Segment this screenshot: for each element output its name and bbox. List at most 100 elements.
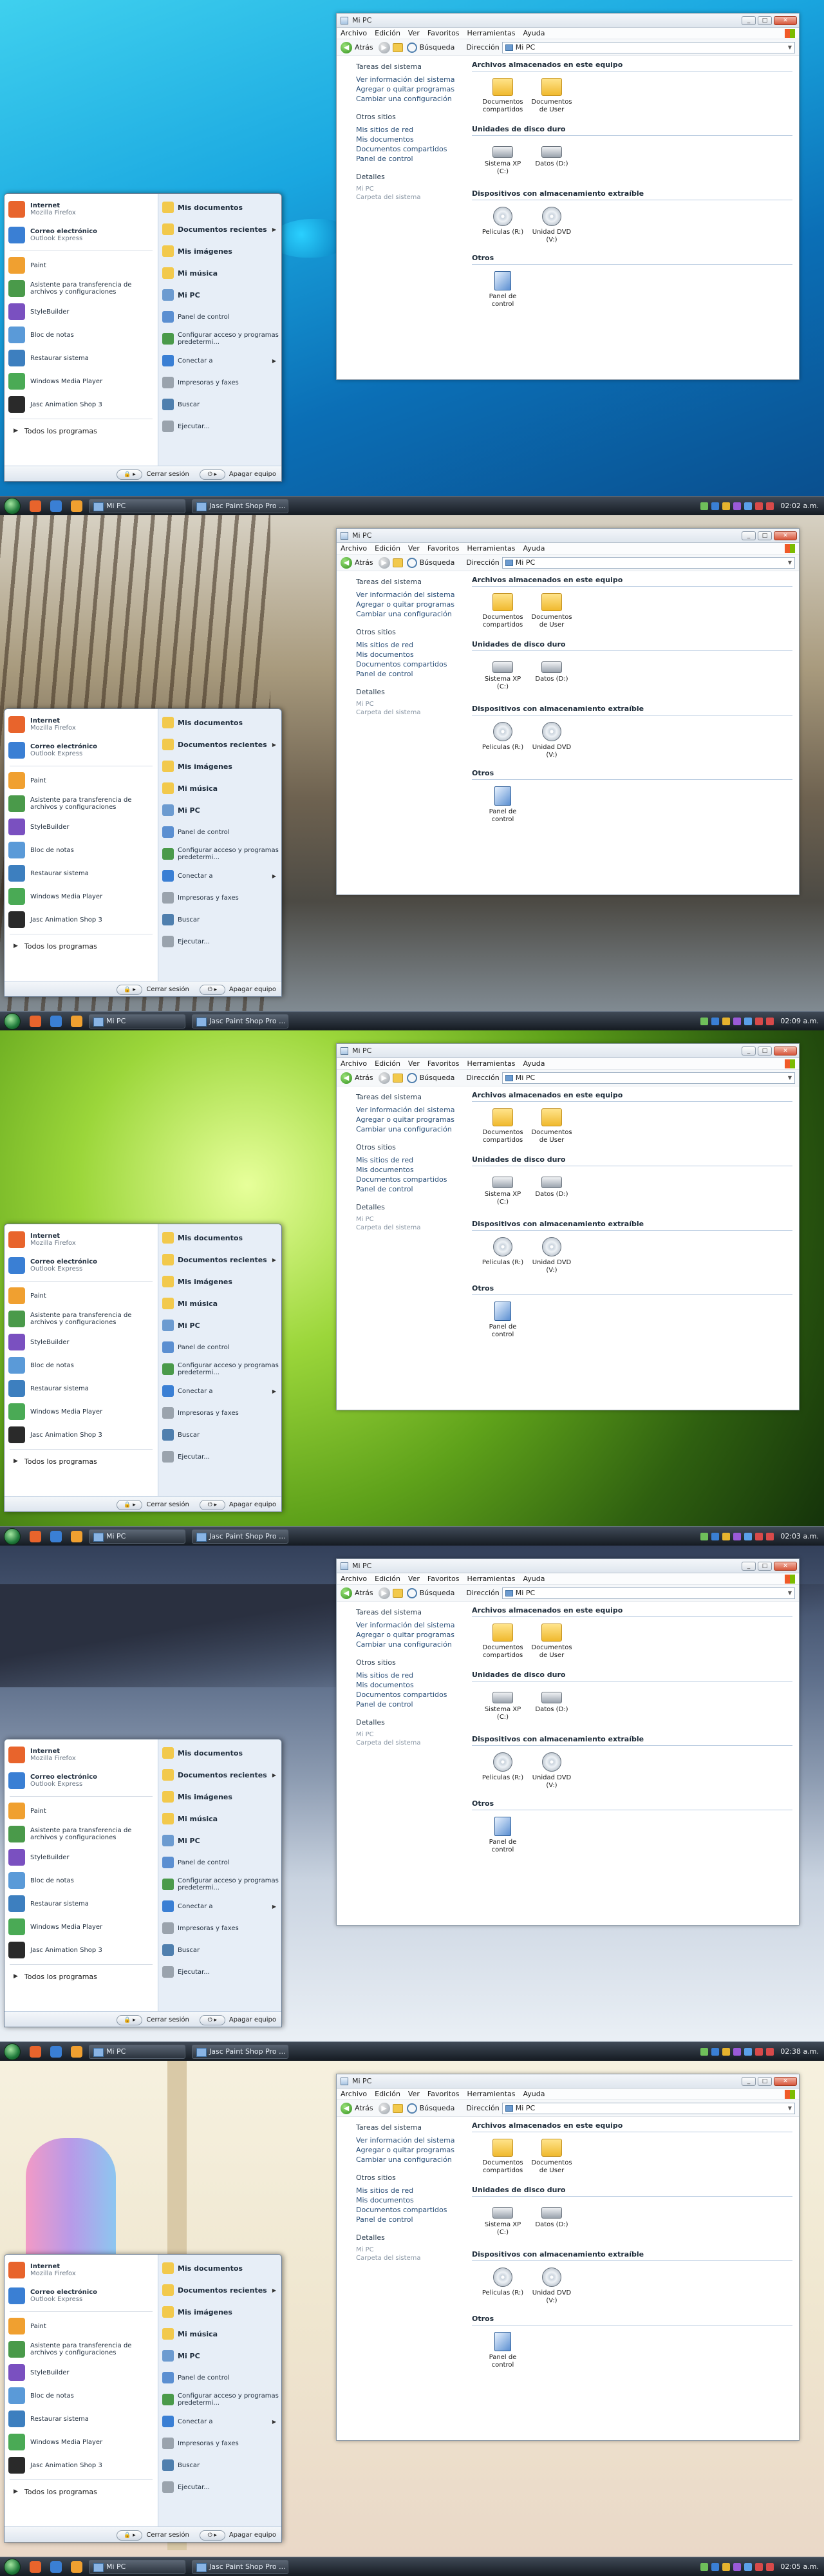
media-icon[interactable] bbox=[71, 1015, 82, 1027]
logoff-button[interactable]: Cerrar sesión bbox=[146, 471, 189, 478]
recent-program[interactable]: Windows Media Player bbox=[5, 2430, 158, 2454]
shared-documents-item[interactable]: Documentos compartidos bbox=[478, 591, 527, 630]
system-tasks-header[interactable]: Tareas del sistema bbox=[356, 1608, 459, 1616]
start-place-item[interactable]: Mi música bbox=[158, 777, 281, 799]
start-place-item[interactable]: Mi música bbox=[158, 262, 281, 284]
details-header[interactable]: Detalles bbox=[356, 173, 459, 181]
pinned-email[interactable]: Correo electrónico Outlook Express bbox=[5, 1768, 158, 1794]
logoff-button[interactable]: Cerrar sesión bbox=[146, 986, 189, 993]
recent-program[interactable]: Windows Media Player bbox=[5, 1400, 158, 1423]
tray-icon[interactable] bbox=[733, 2562, 742, 2571]
place-link[interactable]: Mis documentos bbox=[356, 1680, 459, 1690]
dvd-drive-item[interactable]: Unidad DVD (V:) bbox=[527, 1235, 576, 1274]
menu-herramientas[interactable]: Herramientas bbox=[467, 29, 516, 37]
address-bar[interactable]: Mi PC ▼ bbox=[501, 41, 795, 53]
power-icon[interactable]: ⏻ ▸ bbox=[199, 469, 225, 480]
tray-icon[interactable] bbox=[733, 502, 742, 510]
task-link[interactable]: Agregar o quitar programas bbox=[356, 1115, 459, 1124]
recent-program[interactable]: Asistente para transferencia de archivos… bbox=[5, 792, 158, 815]
start-orb-icon[interactable] bbox=[4, 1528, 21, 1545]
lock-icon[interactable]: 🔒 ▸ bbox=[117, 2014, 143, 2025]
firefox-icon[interactable] bbox=[30, 2045, 41, 2058]
minimize-button[interactable]: _ bbox=[742, 1561, 756, 1571]
recent-program[interactable]: StyleBuilder bbox=[5, 815, 158, 838]
start-orb-icon[interactable] bbox=[4, 2558, 21, 2575]
control-panel-item[interactable]: Panel de control bbox=[478, 1299, 527, 1339]
tray-icon[interactable] bbox=[711, 2562, 720, 2571]
tray-icon[interactable] bbox=[700, 1532, 709, 1540]
tray-icon[interactable] bbox=[755, 502, 763, 510]
place-link[interactable]: Mis documentos bbox=[356, 650, 459, 659]
start-place-item[interactable]: Configurar acceso y programas predetermi… bbox=[158, 1873, 281, 1895]
explorer-icon[interactable] bbox=[50, 2561, 62, 2573]
start-place-item[interactable]: Mi PC bbox=[158, 1314, 281, 1336]
menu-archivo[interactable]: Archivo bbox=[341, 544, 367, 553]
task-link[interactable]: Cambiar una configuración bbox=[356, 2155, 459, 2164]
pinned-email[interactable]: Correo electrónico Outlook Express bbox=[5, 2283, 158, 2309]
details-header[interactable]: Detalles bbox=[356, 688, 459, 696]
control-panel-item[interactable]: Panel de control bbox=[478, 2329, 527, 2369]
power-icon[interactable]: ⏻ ▸ bbox=[199, 2530, 225, 2541]
task-link[interactable]: Cambiar una configuración bbox=[356, 1640, 459, 1649]
pinned-email[interactable]: Correo electrónico Outlook Express bbox=[5, 222, 158, 248]
start-place-item[interactable]: Documentos recientes ▶ bbox=[158, 1764, 281, 1786]
menu-edicion[interactable]: Edición bbox=[375, 544, 400, 553]
recent-program[interactable]: Restaurar sistema bbox=[5, 346, 158, 370]
start-place-item[interactable]: Mis imágenes bbox=[158, 1271, 281, 1293]
start-place-item[interactable]: Buscar bbox=[158, 1424, 281, 1446]
pinned-email[interactable]: Correo electrónico Outlook Express bbox=[5, 737, 158, 763]
menu-edicion[interactable]: Edición bbox=[375, 1059, 400, 1068]
place-link[interactable]: Panel de control bbox=[356, 1184, 459, 1194]
back-arrow-icon[interactable]: ◀ bbox=[341, 1587, 352, 1599]
pinned-internet[interactable]: Internet Mozilla Firefox bbox=[5, 1742, 158, 1768]
taskbar-button-paint-shop[interactable]: Jasc Paint Shop Pro ... bbox=[192, 2559, 288, 2574]
start-place-item[interactable]: Impresoras y faxes bbox=[158, 2432, 281, 2454]
maximize-button[interactable]: □ bbox=[758, 1046, 772, 1056]
pinned-internet[interactable]: Internet Mozilla Firefox bbox=[5, 1227, 158, 1253]
tray-icon[interactable] bbox=[733, 1017, 742, 1025]
menu-archivo[interactable]: Archivo bbox=[341, 29, 367, 37]
search-icon[interactable] bbox=[406, 2103, 417, 2114]
recent-program[interactable]: Asistente para transferencia de archivos… bbox=[5, 1823, 158, 1846]
maximize-button[interactable]: □ bbox=[758, 15, 772, 25]
firefox-icon[interactable] bbox=[30, 2561, 41, 2573]
menu-favoritos[interactable]: Favoritos bbox=[427, 1059, 460, 1068]
close-button[interactable]: ✕ bbox=[774, 2076, 797, 2086]
start-place-item[interactable]: Conectar a ▶ bbox=[158, 1895, 281, 1917]
recent-program[interactable]: Jasc Animation Shop 3 bbox=[5, 393, 158, 416]
tray-icon[interactable] bbox=[766, 2047, 774, 2056]
menu-ver[interactable]: Ver bbox=[408, 1059, 420, 1068]
start-place-item[interactable]: Buscar bbox=[158, 1939, 281, 1961]
tray-icon[interactable] bbox=[744, 502, 753, 510]
close-button[interactable]: ✕ bbox=[774, 1046, 797, 1056]
chevron-down-icon[interactable]: ▼ bbox=[785, 44, 794, 50]
start-orb-icon[interactable] bbox=[4, 1012, 21, 1030]
menu-favoritos[interactable]: Favoritos bbox=[427, 29, 460, 37]
window-titlebar[interactable]: Mi PC _ □ ✕ bbox=[337, 1044, 799, 1058]
tray-icon[interactable] bbox=[755, 1017, 763, 1025]
task-link[interactable]: Agregar o quitar programas bbox=[356, 1630, 459, 1640]
forward-arrow-icon[interactable]: ▶ bbox=[378, 41, 390, 53]
taskbar-clock[interactable]: 02:05 a.m. bbox=[780, 2562, 819, 2571]
other-places-header[interactable]: Otros sitios bbox=[356, 2174, 459, 2182]
start-orb-icon[interactable] bbox=[4, 497, 21, 515]
control-panel-item[interactable]: Panel de control bbox=[478, 269, 527, 308]
start-place-item[interactable]: Buscar bbox=[158, 909, 281, 931]
place-link[interactable]: Mis sitios de red bbox=[356, 2186, 459, 2195]
menu-ayuda[interactable]: Ayuda bbox=[523, 29, 545, 37]
maximize-button[interactable]: □ bbox=[758, 1561, 772, 1571]
start-place-item[interactable]: Impresoras y faxes bbox=[158, 1917, 281, 1939]
search-icon[interactable] bbox=[406, 1072, 417, 1083]
tray-icon[interactable] bbox=[755, 1532, 763, 1540]
drive-c-item[interactable]: Sistema XP (C:) bbox=[478, 1170, 527, 1210]
start-place-item[interactable]: Mis imágenes bbox=[158, 1786, 281, 1808]
recent-program[interactable]: StyleBuilder bbox=[5, 2361, 158, 2384]
media-icon[interactable] bbox=[71, 2561, 82, 2573]
start-place-item[interactable]: Buscar bbox=[158, 393, 281, 415]
recent-program[interactable]: Jasc Animation Shop 3 bbox=[5, 1938, 158, 1962]
explorer-icon[interactable] bbox=[50, 2045, 62, 2058]
tray-icon[interactable] bbox=[722, 2562, 731, 2571]
menu-edicion[interactable]: Edición bbox=[375, 29, 400, 37]
menu-ayuda[interactable]: Ayuda bbox=[523, 544, 545, 553]
window-titlebar[interactable]: Mi PC _ □ ✕ bbox=[337, 529, 799, 543]
